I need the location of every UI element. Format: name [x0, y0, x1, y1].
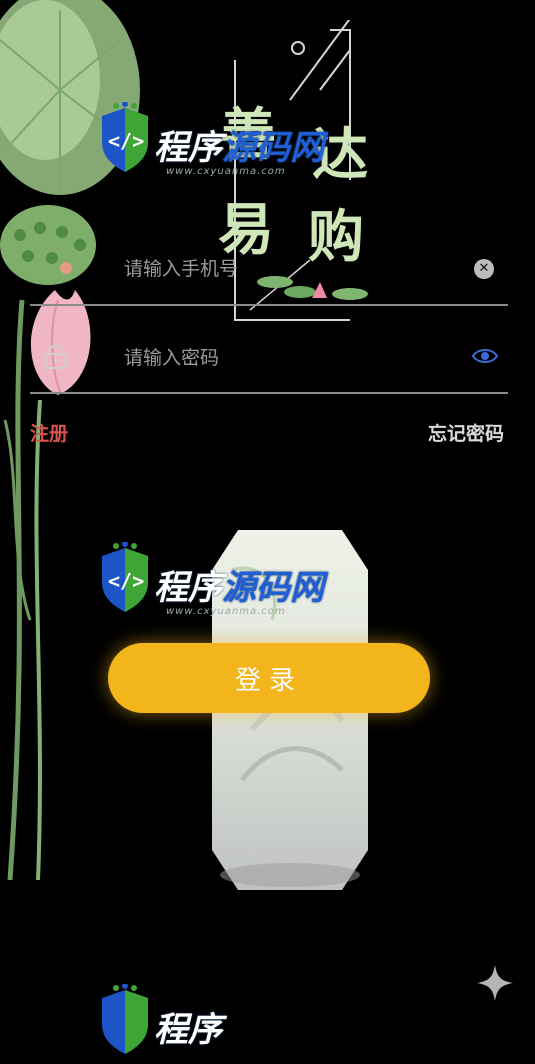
watermark-text: 程序	[154, 1002, 222, 1051]
watermark-text: 程序源码网	[154, 560, 324, 609]
svg-text:</>: </>	[108, 129, 144, 153]
shield-logo-icon	[102, 984, 148, 1054]
sparkle-icon[interactable]	[476, 964, 514, 1002]
watermark-url: www.cxyuanma.com	[166, 606, 286, 617]
watermark-logo-3: 程序	[96, 984, 326, 1064]
register-link[interactable]: 注册	[30, 419, 68, 446]
phone-field-row	[30, 248, 508, 290]
svg-text:</>: </>	[108, 569, 144, 593]
password-field-underline	[30, 392, 508, 394]
shield-logo-icon: </>	[102, 542, 148, 612]
watermark-text-blue: 源码网	[222, 128, 324, 168]
watermark-logo: </> 程序源码网 www.cxyuanma.com	[96, 102, 326, 182]
password-input[interactable]	[122, 337, 456, 379]
forgot-password-link[interactable]: 忘记密码	[428, 419, 504, 446]
watermark-text-white: 程序	[154, 568, 222, 608]
close-circle-icon[interactable]: ✕	[474, 259, 494, 279]
phone-field-underline	[30, 304, 508, 306]
watermark-text-blue: 源码网	[222, 568, 324, 608]
watermark-logo-2: </> 程序源码网 www.cxyuanma.com	[96, 542, 326, 622]
shield-logo-icon: </>	[102, 102, 148, 172]
watermark-text: 程序源码网	[154, 120, 324, 169]
watermark-text-white: 程序	[154, 128, 222, 168]
watermark-url: www.cxyuanma.com	[166, 166, 286, 177]
login-button[interactable]: 登录	[108, 643, 430, 713]
password-field-row	[30, 337, 508, 379]
phone-input[interactable]	[122, 248, 456, 290]
eye-icon[interactable]	[472, 346, 498, 366]
watermark-text-white: 程序	[154, 1010, 222, 1050]
